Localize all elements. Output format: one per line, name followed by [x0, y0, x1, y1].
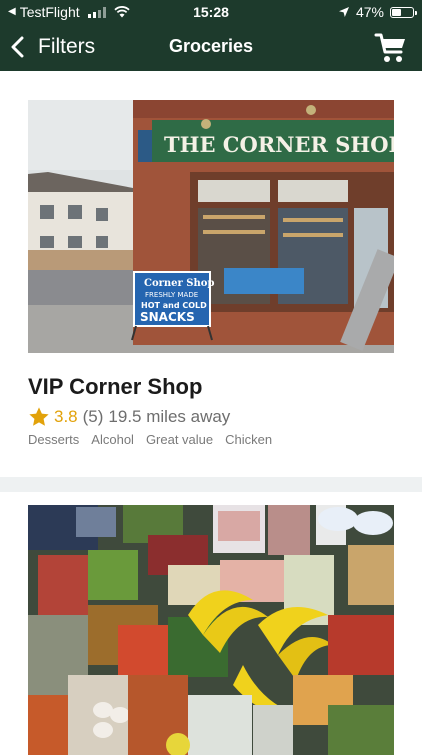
battery-percent: 47%	[355, 4, 384, 20]
store-rating-row: 3.8 (5) 19.5 miles away	[28, 406, 230, 428]
rating-value: 3.8	[54, 407, 78, 426]
location-arrow-icon	[338, 7, 349, 17]
store-card[interactable]: THE CORNER SHOP Corner Shop FRESHLY MADE…	[0, 71, 422, 477]
groceries-photo	[28, 505, 394, 755]
back-to-filters-button[interactable]: Filters	[10, 32, 95, 62]
store-tag: Chicken	[225, 432, 273, 447]
store-photo[interactable]	[28, 505, 394, 755]
status-bar: ◀ TestFlight 15:28 47%	[0, 0, 422, 24]
store-tags: Desserts Alcohol Great value Chicken	[28, 432, 272, 447]
shop-sign-text: THE CORNER SHOP	[164, 132, 394, 157]
review-count: (5)	[82, 407, 104, 426]
back-button-label: Filters	[38, 35, 96, 58]
battery-level-fill	[392, 8, 401, 16]
corner-shop-photo: THE CORNER SHOP Corner Shop FRESHLY MADE…	[28, 100, 394, 353]
cart-button[interactable]	[374, 31, 408, 65]
status-right-cluster: 47%	[338, 0, 417, 24]
board-line-3: HOT and COLD	[141, 301, 207, 310]
star-icon	[29, 407, 49, 426]
store-card[interactable]	[0, 492, 422, 755]
store-photo[interactable]: THE CORNER SHOP Corner Shop FRESHLY MADE…	[28, 100, 394, 353]
store-feed[interactable]: THE CORNER SHOP Corner Shop FRESHLY MADE…	[0, 71, 422, 755]
store-tag: Alcohol	[91, 432, 134, 447]
nav-bar: Filters Groceries	[0, 24, 422, 71]
battery-icon	[390, 6, 417, 18]
store-tag: Desserts	[28, 432, 80, 447]
board-line-2: FRESHLY MADE	[145, 291, 198, 299]
store-distance: 19.5 miles away	[108, 407, 231, 426]
chevron-left-icon	[11, 36, 24, 58]
board-line-1: Corner Shop	[144, 278, 214, 289]
store-name[interactable]: VIP Corner Shop	[28, 374, 202, 400]
shopping-cart-icon	[374, 33, 405, 62]
board-line-4: SNACKS	[140, 310, 195, 324]
store-tag: Great value	[145, 432, 214, 447]
